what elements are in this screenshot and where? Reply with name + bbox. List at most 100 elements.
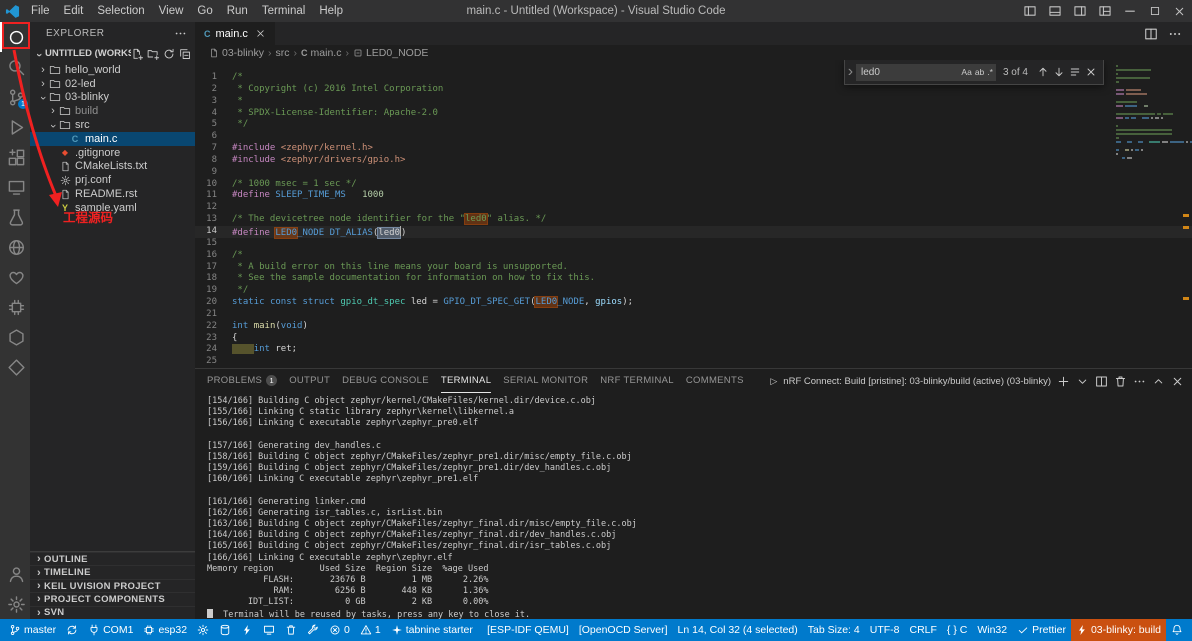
maximize-icon[interactable] bbox=[1142, 0, 1167, 22]
tree-item-hello-world[interactable]: › hello_world bbox=[30, 63, 195, 77]
test-beaker-icon[interactable] bbox=[0, 202, 30, 232]
terminal-title[interactable]: nRF Connect: Build [pristine]: 03-blinky… bbox=[783, 376, 1051, 387]
layout-panel-icon[interactable] bbox=[1042, 0, 1067, 22]
status-esp-tools[interactable] bbox=[302, 619, 324, 641]
close-tab-icon[interactable] bbox=[255, 28, 266, 39]
menu-file[interactable]: File bbox=[24, 0, 57, 22]
tree-item-build[interactable]: › build bbox=[30, 104, 195, 118]
tree-item-03-blinky[interactable]: › 03-blinky bbox=[30, 91, 195, 105]
panel-tab-debug-console[interactable]: DEBUG CONSOLE bbox=[342, 369, 429, 393]
breadcrumb-item[interactable]: LED0_NODE bbox=[366, 47, 428, 59]
collapse-folders-icon[interactable] bbox=[179, 48, 191, 60]
status-esp-flash[interactable] bbox=[236, 619, 258, 641]
status-problems-errors[interactable]: 0 bbox=[324, 619, 355, 641]
panel-tab-output[interactable]: OUTPUT bbox=[289, 369, 330, 393]
menu-go[interactable]: Go bbox=[190, 0, 219, 22]
tree-item-sample-yaml[interactable]: Ysample.yaml bbox=[30, 201, 195, 215]
status-eol[interactable]: CRLF bbox=[904, 619, 941, 641]
section-outline[interactable]: › OUTLINE bbox=[30, 552, 195, 565]
nrf-connect-icon[interactable] bbox=[0, 232, 30, 262]
status-indentation[interactable]: Tab Size: 4 bbox=[803, 619, 865, 641]
status-sync[interactable] bbox=[61, 619, 83, 641]
kill-terminal-icon[interactable] bbox=[1114, 375, 1127, 388]
accounts-icon[interactable] bbox=[0, 559, 30, 589]
platformio-icon[interactable] bbox=[0, 262, 30, 292]
status-prettier[interactable]: Prettier bbox=[1012, 619, 1071, 641]
status-problems-warnings[interactable]: 1 bbox=[355, 619, 386, 641]
status-tabnine[interactable]: tabnine starter bbox=[386, 619, 478, 641]
menu-run[interactable]: Run bbox=[220, 0, 255, 22]
panel-tab-problems[interactable]: PROBLEMS 1 bbox=[207, 369, 278, 393]
tree-item-prj-conf[interactable]: prj.conf bbox=[30, 173, 195, 187]
tree-item-main-c[interactable]: Cmain.c bbox=[30, 131, 195, 146]
close-panel-icon[interactable] bbox=[1171, 375, 1184, 388]
tab-main-c[interactable]: C main.c bbox=[195, 22, 275, 45]
split-terminal-icon[interactable] bbox=[1095, 375, 1108, 388]
find-previous-icon[interactable] bbox=[1035, 66, 1051, 78]
tree-item-02-led[interactable]: › 02-led bbox=[30, 77, 195, 91]
run-debug-icon[interactable] bbox=[0, 112, 30, 142]
status-openocd-server[interactable]: [OpenOCD Server] bbox=[574, 619, 673, 641]
section-svn[interactable]: › SVN bbox=[30, 605, 195, 619]
remote-explorer-icon[interactable] bbox=[0, 172, 30, 202]
panel-tab-serial-monitor[interactable]: SERIAL MONITOR bbox=[503, 369, 588, 393]
status-language-mode[interactable]: { } C bbox=[942, 619, 972, 641]
minimize-icon[interactable] bbox=[1117, 0, 1142, 22]
menu-view[interactable]: View bbox=[152, 0, 191, 22]
extensions-icon[interactable] bbox=[0, 142, 30, 172]
tree-item-src[interactable]: › src bbox=[30, 118, 195, 132]
close-window-icon[interactable] bbox=[1167, 0, 1192, 22]
menu-edit[interactable]: Edit bbox=[57, 0, 91, 22]
layout-customize-icon[interactable] bbox=[1092, 0, 1117, 22]
new-file-icon[interactable] bbox=[131, 48, 143, 60]
panel-tab-nrf-terminal[interactable]: NRF TERMINAL bbox=[600, 369, 674, 393]
refresh-explorer-icon[interactable] bbox=[163, 48, 175, 60]
status-nrf-build[interactable]: 03-blinky: build bbox=[1070, 619, 1166, 641]
layout-sidebar-icon[interactable] bbox=[1017, 0, 1042, 22]
status-cursor-position[interactable]: Ln 14, Col 32 (4 selected) bbox=[673, 619, 803, 641]
editor[interactable]: 1/* 2 * Copyright (c) 2016 Intel Corporat… bbox=[195, 60, 1192, 368]
toggle-replace-icon[interactable]: › bbox=[845, 63, 856, 81]
tree-item--gitignore[interactable]: ◆ .gitignore bbox=[30, 146, 195, 160]
status-serial-port[interactable]: COM1 bbox=[83, 619, 138, 641]
menu-selection[interactable]: Selection bbox=[90, 0, 151, 22]
explorer-icon[interactable] bbox=[0, 22, 30, 52]
terminal-dropdown-icon[interactable] bbox=[1076, 375, 1089, 388]
new-terminal-icon[interactable] bbox=[1057, 375, 1070, 388]
minimap[interactable] bbox=[1116, 65, 1192, 163]
panel-tab-terminal[interactable]: TERMINAL bbox=[440, 369, 492, 393]
breadcrumb-item[interactable]: 03-blinky bbox=[222, 47, 264, 59]
split-editor-icon[interactable] bbox=[1144, 27, 1158, 41]
section-project-components[interactable]: › PROJECT COMPONENTS bbox=[30, 592, 195, 605]
editor-more-actions-icon[interactable] bbox=[1168, 27, 1182, 41]
find-next-icon[interactable] bbox=[1051, 66, 1067, 78]
status-notifications[interactable] bbox=[1166, 619, 1188, 641]
status-esp-target[interactable]: esp32 bbox=[138, 619, 192, 641]
section-timeline[interactable]: › TIMELINE bbox=[30, 565, 195, 579]
status-esp-settings[interactable] bbox=[192, 619, 214, 641]
device-chip-icon[interactable] bbox=[0, 292, 30, 322]
breadcrumb-item[interactable]: src bbox=[276, 47, 290, 59]
status-esp-idf-qemu[interactable]: [ESP-IDF QEMU] bbox=[482, 619, 574, 641]
close-find-icon[interactable] bbox=[1083, 66, 1099, 78]
status-esp-monitor[interactable] bbox=[258, 619, 280, 641]
panel-tab-comments[interactable]: COMMENTS bbox=[686, 369, 744, 393]
terminal-output[interactable]: [154/166] Building C object zephyr/kerne… bbox=[195, 393, 1192, 619]
breadcrumb-item[interactable]: main.c bbox=[311, 47, 342, 59]
layout-secondary-sidebar-icon[interactable] bbox=[1067, 0, 1092, 22]
status-encoding[interactable]: UTF-8 bbox=[865, 619, 905, 641]
sidebar-more-actions-icon[interactable] bbox=[174, 27, 187, 40]
maximize-panel-icon[interactable] bbox=[1152, 375, 1165, 388]
workspace-header[interactable]: › UNTITLED (WORKSPACE) bbox=[30, 44, 195, 63]
kite-icon[interactable] bbox=[0, 352, 30, 382]
status-scm-branch[interactable]: master bbox=[4, 619, 61, 641]
search-icon[interactable] bbox=[0, 52, 30, 82]
section-keil-uvision-project[interactable]: › KEIL UVISION PROJECT bbox=[30, 578, 195, 592]
match-case-icon[interactable]: Aa bbox=[961, 67, 971, 77]
status-esp-clean[interactable] bbox=[280, 619, 302, 641]
menu-help[interactable]: Help bbox=[312, 0, 350, 22]
new-folder-icon[interactable] bbox=[147, 48, 159, 60]
keil-icon[interactable] bbox=[0, 322, 30, 352]
menu-terminal[interactable]: Terminal bbox=[255, 0, 312, 22]
whole-word-icon[interactable]: ab bbox=[975, 67, 984, 77]
